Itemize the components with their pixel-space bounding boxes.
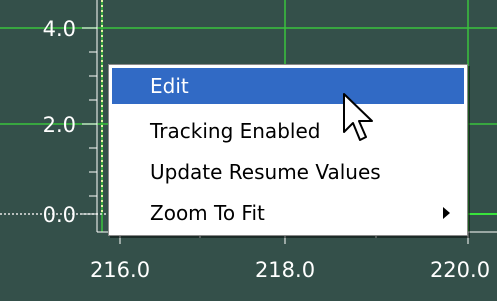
submenu-arrow-icon [443, 207, 450, 219]
menu-item-label: Update Resume Values [150, 160, 381, 184]
y-tick-label: 0.0 [43, 203, 76, 227]
plot-window: 4.0 2.0 0.0 216.0 218.0 220.0 Edit Track… [0, 0, 497, 301]
x-tick-label: 216.0 [90, 258, 150, 282]
menu-item-edit[interactable]: Edit [112, 68, 464, 104]
menu-item-update-resume-values[interactable]: Update Resume Values [112, 154, 464, 190]
arrow-cursor-icon [343, 93, 373, 141]
menu-item-tracking-enabled[interactable]: Tracking Enabled [112, 113, 464, 149]
x-tick-label: 220.0 [430, 258, 490, 282]
context-menu: Edit Tracking Enabled Update Resume Valu… [108, 64, 468, 236]
menu-item-label: Edit [150, 74, 189, 98]
y-tick-label: 4.0 [43, 17, 76, 41]
menu-item-label: Tracking Enabled [150, 119, 321, 143]
menu-item-label: Zoom To Fit [150, 201, 265, 225]
x-tick-label: 218.0 [255, 258, 315, 282]
y-tick-label: 2.0 [43, 113, 76, 137]
menu-item-zoom-to-fit[interactable]: Zoom To Fit [112, 195, 464, 231]
